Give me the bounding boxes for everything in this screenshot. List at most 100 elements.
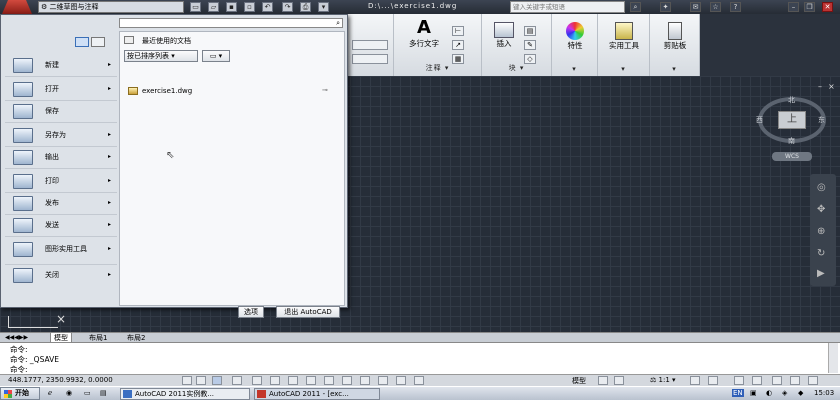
recent-file-item[interactable]: exercise1.dwg ⊸ xyxy=(128,86,336,97)
quicklaunch-folder-icon[interactable]: ▭ xyxy=(84,389,91,397)
lock-icon[interactable] xyxy=(752,376,762,385)
utilities-group-arrow[interactable]: ▾ xyxy=(598,65,649,73)
menu-item-close[interactable]: 关闭 ▸ xyxy=(5,265,117,287)
clipboard-group-arrow[interactable]: ▾ xyxy=(650,65,699,73)
clean-screen-icon[interactable] xyxy=(808,376,818,385)
open-view-toggle-icon[interactable] xyxy=(91,37,105,47)
modify-dropdown[interactable] xyxy=(352,40,388,50)
menu-search-input[interactable]: ⌕ xyxy=(119,18,343,28)
workspace-switch-icon[interactable] xyxy=(734,376,744,385)
utilities-button[interactable]: 实用工具 xyxy=(600,22,648,51)
command-line[interactable]: 命令: 命令: _QSAVE 命令: xyxy=(0,342,840,374)
menu-item-print[interactable]: 打印 ▸ xyxy=(5,171,117,193)
menu-item-open[interactable]: 打开 ▸ xyxy=(5,79,117,101)
menu-item-export[interactable]: 输出 ▸ xyxy=(5,147,117,169)
tray-network-icon[interactable]: ▣ xyxy=(750,389,757,397)
mtext-button[interactable]: A 多行文字 xyxy=(400,18,448,49)
redo-icon[interactable]: ↷ xyxy=(282,2,293,12)
quick-view-drawings-icon[interactable] xyxy=(614,376,624,385)
transparency-icon[interactable] xyxy=(378,376,388,385)
dimension-icon[interactable]: ⊢ xyxy=(452,26,464,36)
lineweight-icon[interactable] xyxy=(360,376,370,385)
minimize-icon[interactable]: – xyxy=(788,2,799,12)
compass-west[interactable]: 西 xyxy=(756,115,763,125)
ortho-mode-icon[interactable] xyxy=(232,376,242,385)
favorites-icon[interactable]: ☆ xyxy=(710,2,721,12)
auto-scale-icon[interactable] xyxy=(708,376,718,385)
ime-indicator[interactable]: EN xyxy=(732,389,744,397)
pin-icon[interactable]: ⊸ xyxy=(322,86,328,94)
annotation-scale[interactable]: ⚖ 1:1 ▾ xyxy=(650,376,676,384)
tray-update-icon[interactable]: ◆ xyxy=(798,389,803,397)
communication-icon[interactable]: ✉ xyxy=(690,2,701,12)
options-button[interactable]: 选项 xyxy=(238,306,264,318)
clipboard-button[interactable]: 剪贴板 xyxy=(652,22,698,51)
properties-button[interactable]: 特性 xyxy=(554,22,596,51)
create-block-icon[interactable]: ▤ xyxy=(524,26,536,36)
more-icon[interactable]: ▾ xyxy=(318,2,329,12)
tray-security-icon[interactable]: ◈ xyxy=(782,389,787,397)
command-scrollbar[interactable] xyxy=(828,343,838,373)
menu-item-drawing-utilities[interactable]: 图形实用工具 ▸ xyxy=(5,239,117,265)
save-as-icon[interactable]: ▫ xyxy=(244,2,255,12)
open-icon[interactable]: ▱ xyxy=(208,2,219,12)
snap-mode-icon[interactable] xyxy=(196,376,206,385)
infer-constraints-icon[interactable] xyxy=(182,376,192,385)
dynamic-input-icon[interactable] xyxy=(342,376,352,385)
search-icon[interactable]: ⌕ xyxy=(630,2,641,12)
properties-group-arrow[interactable]: ▾ xyxy=(552,65,597,73)
close-icon[interactable]: ✕ xyxy=(822,2,833,12)
3d-osnap-icon[interactable] xyxy=(288,376,298,385)
subscription-icon[interactable]: ✦ xyxy=(660,2,671,12)
modify-dropdown-2[interactable] xyxy=(352,54,388,64)
compass-north[interactable]: 北 xyxy=(788,95,795,105)
quicklaunch-desktop-icon[interactable]: ▤ xyxy=(100,389,107,397)
annotation-visibility-icon[interactable] xyxy=(690,376,700,385)
workspace-dropdown[interactable]: ⚙ 二维草图与注释 xyxy=(38,1,184,13)
steering-wheel-icon[interactable]: ◎ xyxy=(817,182,826,193)
save-icon[interactable]: ▪ xyxy=(226,2,237,12)
taskbar-task[interactable]: AutoCAD 2011实例教... xyxy=(120,388,250,400)
leader-icon[interactable]: ↗ xyxy=(452,40,464,50)
display-mode-dropdown[interactable]: ▭ ▾ xyxy=(202,50,230,62)
recent-view-toggle-icon[interactable] xyxy=(75,37,89,47)
taskbar-task-active[interactable]: AutoCAD 2011 - [exc... xyxy=(254,388,380,400)
quicklaunch-media-icon[interactable]: ◉ xyxy=(66,389,72,397)
restore-icon[interactable]: ❐ xyxy=(804,2,815,12)
menu-item-save-as[interactable]: 另存为 ▸ xyxy=(5,125,117,147)
app-logo-icon[interactable] xyxy=(2,0,32,14)
ducs-icon[interactable] xyxy=(324,376,334,385)
showmotion-icon[interactable]: ▶ xyxy=(817,268,825,279)
exit-autocad-button[interactable]: 退出 AutoCAD xyxy=(276,306,340,318)
start-button[interactable]: 开始 xyxy=(0,387,40,400)
help-icon[interactable]: ? xyxy=(730,2,741,12)
selection-cycling-icon[interactable] xyxy=(414,376,424,385)
pan-icon[interactable]: ✥ xyxy=(817,204,825,215)
grid-display-icon[interactable] xyxy=(212,376,222,385)
sort-order-dropdown[interactable]: 按已排序列表 ▾ xyxy=(124,50,198,62)
compass-east[interactable]: 东 xyxy=(818,115,825,125)
model-space-label[interactable]: 模型 xyxy=(572,376,586,386)
undo-icon[interactable]: ↶ xyxy=(262,2,273,12)
compass-south[interactable]: 南 xyxy=(788,136,795,146)
quick-properties-icon[interactable] xyxy=(396,376,406,385)
viewport-close-icon[interactable]: × xyxy=(828,82,835,91)
hardware-acceleration-icon[interactable] xyxy=(772,376,782,385)
object-snap-icon[interactable] xyxy=(270,376,280,385)
menu-item-publish[interactable]: 发布 ▸ xyxy=(5,193,117,215)
menu-item-send[interactable]: 发送 ▸ xyxy=(5,215,117,237)
zoom-icon[interactable]: ⊕ xyxy=(817,226,825,237)
menu-item-new[interactable]: 新建 ▸ xyxy=(5,55,117,77)
menu-item-save[interactable]: 保存 xyxy=(5,101,117,123)
plot-icon[interactable]: ⎙ xyxy=(300,2,311,12)
viewcube-face[interactable]: 上 xyxy=(778,111,806,129)
edit-block-icon[interactable]: ✎ xyxy=(524,40,536,50)
wcs-dropdown[interactable]: WCS xyxy=(772,152,812,161)
isolate-objects-icon[interactable] xyxy=(790,376,800,385)
polar-tracking-icon[interactable] xyxy=(252,376,262,385)
quick-view-layouts-icon[interactable] xyxy=(598,376,608,385)
new-icon[interactable]: ▭ xyxy=(190,2,201,12)
orbit-icon[interactable]: ↻ xyxy=(817,248,825,259)
search-input[interactable]: 键入关键字或短语 xyxy=(510,1,625,13)
viewport-minimize-icon[interactable]: – xyxy=(818,82,822,91)
